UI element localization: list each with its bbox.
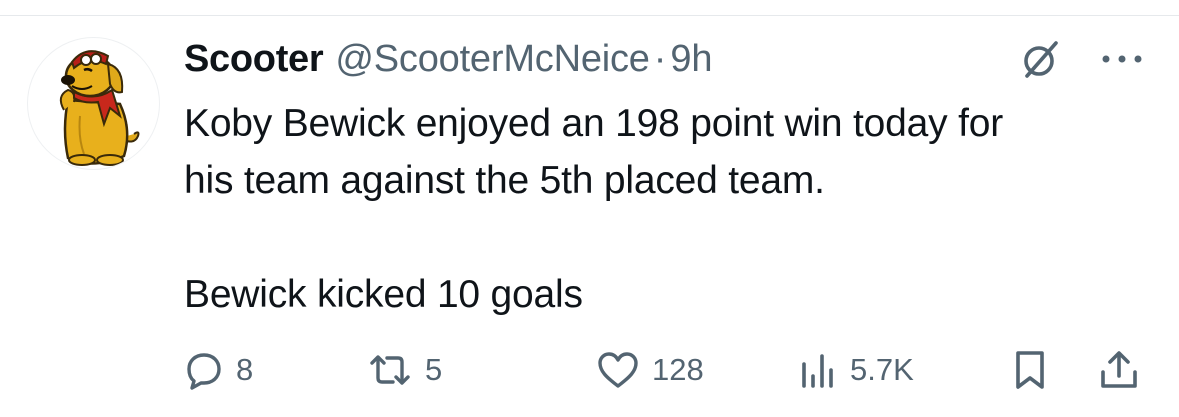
reply-count: 8 xyxy=(236,352,254,387)
reply-button[interactable]: 8 xyxy=(184,345,253,395)
tweet-actions: 8 5 128 5.7K xyxy=(184,345,1144,395)
views-count: 5.7K xyxy=(850,352,914,387)
header-separator: · xyxy=(653,37,667,80)
reply-bubble-icon xyxy=(187,353,221,390)
tweet-timestamp[interactable]: 9h xyxy=(670,38,712,81)
bookmark-button[interactable] xyxy=(1010,345,1050,395)
repost-count: 5 xyxy=(425,352,443,387)
views-button[interactable]: 5.7K xyxy=(798,345,914,395)
cartoon-dog-avatar-icon xyxy=(59,50,140,166)
avatar[interactable] xyxy=(27,37,160,170)
views-bars-icon xyxy=(802,354,833,388)
top-divider xyxy=(0,15,1179,16)
tweet-text: Koby Bewick enjoyed an 198 point win tod… xyxy=(184,102,1003,316)
author-handle[interactable]: @ScooterMcNeice xyxy=(335,38,650,81)
like-count: 128 xyxy=(652,352,704,387)
grok-icon[interactable] xyxy=(1018,38,1062,82)
more-dots-icon[interactable] xyxy=(1098,47,1146,71)
author-display-name[interactable]: Scooter xyxy=(184,38,324,81)
like-button[interactable]: 128 xyxy=(596,345,704,395)
bookmark-icon xyxy=(1016,351,1044,389)
repost-button[interactable]: 5 xyxy=(367,345,442,395)
heart-icon xyxy=(598,352,638,388)
share-upload-icon xyxy=(1101,351,1137,388)
tweet-header: Scooter @ScooterMcNeice · 9h xyxy=(184,36,712,82)
repost-arrows-icon xyxy=(370,355,410,385)
share-button[interactable] xyxy=(1098,345,1140,395)
